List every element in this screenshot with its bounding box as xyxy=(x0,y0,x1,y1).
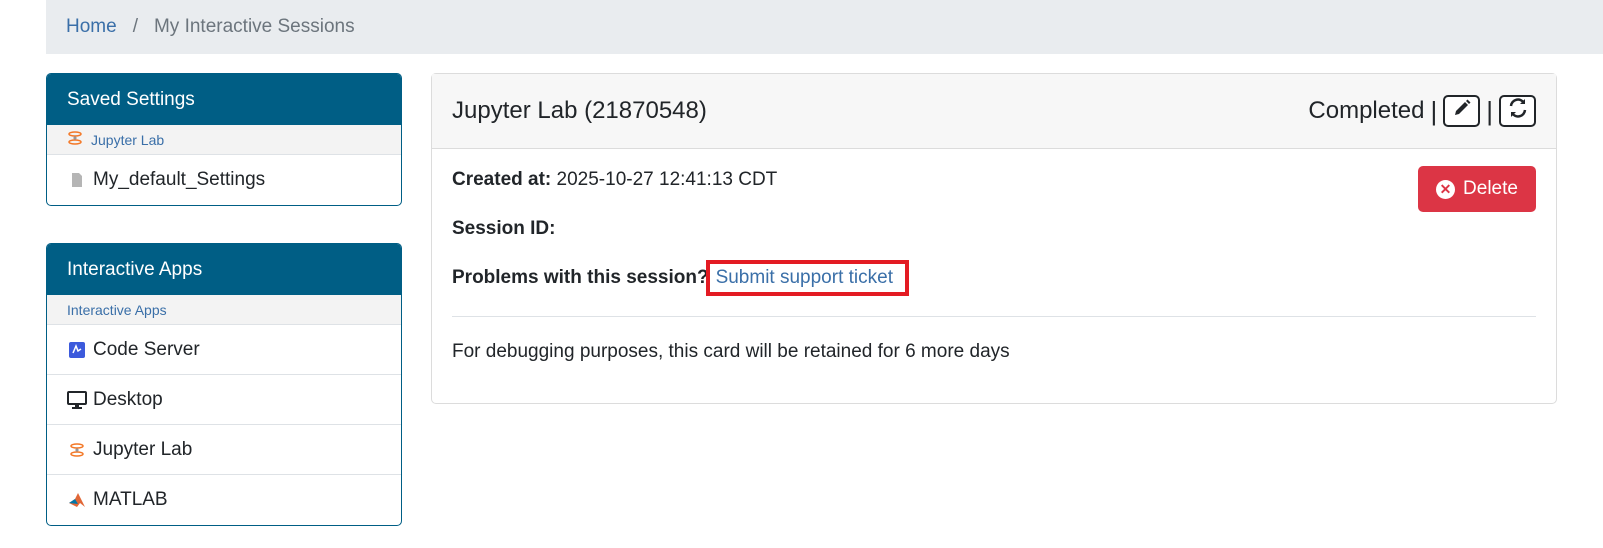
saved-setting-item[interactable]: My_default_Settings xyxy=(47,155,401,205)
session-card-header: Jupyter Lab (21870548) Completed | | xyxy=(432,74,1556,149)
saved-settings-group: Jupyter Lab xyxy=(47,125,401,155)
app-item-code-server[interactable]: Code Server xyxy=(47,325,401,375)
session-status: Completed xyxy=(1308,97,1425,124)
interactive-apps-panel: Interactive Apps Interactive Apps Code S… xyxy=(46,243,402,526)
saved-settings-title: Saved Settings xyxy=(47,74,401,125)
pencil-icon xyxy=(1452,97,1472,125)
problems-label: Problems with this session? xyxy=(452,267,709,288)
relaunch-button[interactable] xyxy=(1499,95,1536,127)
jupyter-icon xyxy=(67,442,87,458)
support-ticket-link[interactable]: Submit support ticket xyxy=(705,260,909,296)
saved-setting-label: My_default_Settings xyxy=(93,169,266,190)
card-divider xyxy=(452,316,1536,317)
app-label: Code Server xyxy=(93,338,200,360)
session-header-controls: Completed | | xyxy=(1308,95,1536,127)
breadcrumb-current: My Interactive Sessions xyxy=(153,16,355,37)
app-item-desktop[interactable]: Desktop xyxy=(47,375,401,425)
retention-note: For debugging purposes, this card will b… xyxy=(452,341,1010,362)
monitor-icon xyxy=(67,390,87,409)
session-card: Jupyter Lab (21870548) Completed | | ✕ D… xyxy=(431,73,1557,404)
header-separator: | xyxy=(1430,95,1438,126)
created-at-value: 2025-10-27 12:41:13 CDT xyxy=(556,169,778,190)
app-label: MATLAB xyxy=(93,489,168,510)
interactive-apps-title: Interactive Apps xyxy=(47,244,401,295)
app-item-jupyter-lab[interactable]: Jupyter Lab xyxy=(47,425,401,475)
delete-button[interactable]: ✕ Delete xyxy=(1418,166,1536,212)
interactive-apps-group-label[interactable]: Interactive Apps xyxy=(67,302,167,318)
session-title: Jupyter Lab (21870548) xyxy=(452,97,707,124)
session-id-label: Session ID: xyxy=(452,218,556,239)
jupyter-icon xyxy=(67,130,83,149)
header-separator: | xyxy=(1486,95,1493,126)
app-item-matlab[interactable]: MATLAB xyxy=(47,475,401,525)
app-label: Jupyter Lab xyxy=(93,438,193,460)
saved-settings-group-label[interactable]: Jupyter Lab xyxy=(91,132,164,148)
file-icon xyxy=(67,172,87,188)
code-server-icon xyxy=(67,341,87,359)
close-circle-icon: ✕ xyxy=(1436,179,1456,199)
problems-row: Problems with this session? Submit suppor… xyxy=(452,260,1536,296)
refresh-icon xyxy=(1507,97,1529,126)
session-id-row: Session ID: xyxy=(452,218,1536,241)
created-at-row: Created at: 2025-10-27 12:41:13 CDT xyxy=(452,169,1536,192)
interactive-apps-group: Interactive Apps xyxy=(47,295,401,325)
created-at-label: Created at: xyxy=(452,169,552,190)
matlab-icon xyxy=(67,492,87,508)
breadcrumb-separator: / xyxy=(132,16,138,37)
saved-settings-panel: Saved Settings Jupyter Lab My_default_Se… xyxy=(46,73,402,206)
breadcrumb-home-link[interactable]: Home xyxy=(66,16,117,38)
delete-label: Delete xyxy=(1463,178,1518,199)
app-label: Desktop xyxy=(93,388,163,410)
breadcrumb: Home / My Interactive Sessions xyxy=(46,0,1603,54)
edit-button[interactable] xyxy=(1443,95,1481,127)
session-card-body: ✕ Delete Created at: 2025-10-27 12:41:13… xyxy=(432,149,1556,383)
